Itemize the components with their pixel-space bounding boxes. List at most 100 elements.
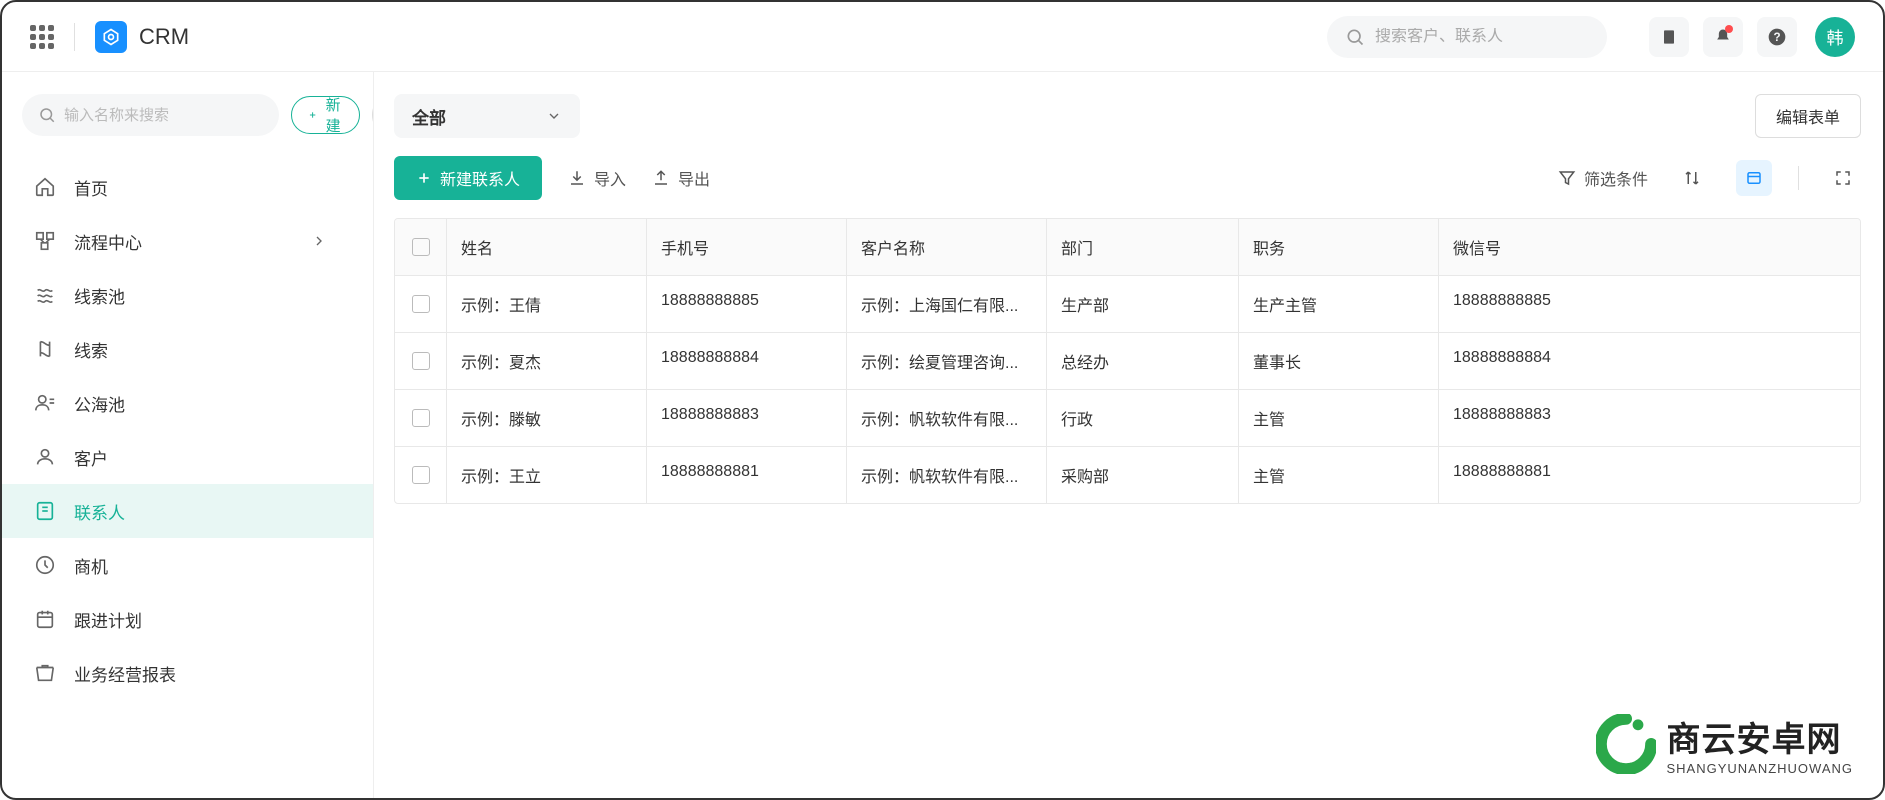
chevron-right-icon — [311, 233, 327, 249]
cell-dept: 行政 — [1047, 390, 1239, 446]
cell-name: 示例：夏杰 — [447, 333, 647, 389]
column-header[interactable]: 部门 — [1047, 219, 1239, 275]
plus-icon — [416, 170, 432, 186]
filter-label: 筛选条件 — [1584, 166, 1648, 190]
cell-name: 示例：王倩 — [447, 276, 647, 332]
import-icon — [568, 169, 586, 187]
search-icon — [1345, 27, 1365, 47]
report-icon — [34, 662, 56, 684]
help-button[interactable]: ? — [1757, 17, 1797, 57]
column-header[interactable]: 手机号 — [647, 219, 847, 275]
sidebar-search-input[interactable] — [64, 107, 263, 124]
sidebar-item-report[interactable]: 业务经营报表 — [2, 646, 373, 700]
row-checkbox[interactable] — [412, 409, 430, 427]
cell-wechat: 18888888885 — [1439, 276, 1860, 332]
sidebar-item-sea[interactable]: 公海池 — [2, 376, 373, 430]
sort-button[interactable] — [1674, 160, 1710, 196]
cell-wechat: 18888888884 — [1439, 333, 1860, 389]
sidebar-item-opportunity[interactable]: 商机 — [2, 538, 373, 592]
sort-icon — [1683, 169, 1701, 187]
edit-form-button[interactable]: 编辑表单 — [1755, 94, 1861, 138]
sidebar: 新建 首页流程中心线索池线索公海池客户联系人商机跟进计划业务经营报表 — [2, 72, 374, 798]
cell-dept: 总经办 — [1047, 333, 1239, 389]
filter-button[interactable]: 筛选条件 — [1558, 166, 1648, 190]
cell-phone: 18888888885 — [647, 276, 847, 332]
cell-position: 主管 — [1239, 390, 1439, 446]
new-contact-button[interactable]: 新建联系人 — [394, 156, 542, 200]
user-avatar[interactable]: 韩 — [1815, 17, 1855, 57]
column-header[interactable]: 微信号 — [1439, 219, 1860, 275]
sea-icon — [34, 392, 56, 414]
column-header[interactable]: 客户名称 — [847, 219, 1047, 275]
select-all-checkbox[interactable] — [412, 238, 430, 256]
header: CRM ? 韩 — [2, 2, 1883, 72]
watermark-cn: 商云安卓网 — [1666, 712, 1853, 761]
global-search-input[interactable] — [1375, 28, 1589, 46]
app-logo-icon — [95, 21, 127, 53]
sidebar-item-pool[interactable]: 线索池 — [2, 268, 373, 322]
sidebar-item-customer[interactable]: 客户 — [2, 430, 373, 484]
watermark: 商云安卓网 SHANGYUNANZHUOWANG — [1596, 712, 1853, 776]
sidebar-item-label: 联系人 — [74, 499, 125, 524]
column-header[interactable]: 职务 — [1239, 219, 1439, 275]
opportunity-icon — [34, 554, 56, 576]
notification-dot — [1725, 25, 1733, 33]
sidebar-item-label: 流程中心 — [74, 229, 142, 254]
row-checkbox[interactable] — [412, 466, 430, 484]
table-row[interactable]: 示例：王立 18888888881 示例：帆软软件有限... 采购部 主管 18… — [395, 447, 1860, 503]
column-header[interactable]: 姓名 — [447, 219, 647, 275]
search-icon — [38, 106, 56, 124]
sidebar-item-flow[interactable]: 流程中心 — [2, 214, 373, 268]
notifications-button[interactable] — [1703, 17, 1743, 57]
apps-grid-icon[interactable] — [30, 25, 54, 49]
view-filter-dropdown[interactable]: 全部 — [394, 94, 580, 138]
row-checkbox[interactable] — [412, 295, 430, 313]
watermark-logo-icon — [1596, 714, 1656, 774]
fullscreen-button[interactable] — [1825, 160, 1861, 196]
sidebar-item-home[interactable]: 首页 — [2, 160, 373, 214]
sidebar-search[interactable] — [22, 94, 279, 136]
table-row[interactable]: 示例：夏杰 18888888884 示例：绘夏管理咨询... 总经办 董事长 1… — [395, 333, 1860, 390]
docs-button[interactable] — [1649, 17, 1689, 57]
main-content: 全部 编辑表单 新建联系人 导入 导出 筛选条件 — [374, 72, 1883, 798]
chevron-down-icon — [546, 108, 562, 124]
export-button[interactable]: 导出 — [652, 166, 710, 190]
sidebar-toolbar: 新建 — [2, 72, 373, 154]
global-search[interactable] — [1327, 16, 1607, 58]
row-checkbox[interactable] — [412, 352, 430, 370]
view-card-button[interactable] — [1736, 160, 1772, 196]
cell-position: 董事长 — [1239, 333, 1439, 389]
sidebar-item-label: 商机 — [74, 553, 108, 578]
sidebar-item-label: 跟进计划 — [74, 607, 142, 632]
fullscreen-icon — [1834, 169, 1852, 187]
import-button[interactable]: 导入 — [568, 166, 626, 190]
book-icon — [1659, 27, 1679, 47]
sidebar-item-plan[interactable]: 跟进计划 — [2, 592, 373, 646]
header-divider — [74, 23, 75, 51]
cell-customer: 示例：绘夏管理咨询... — [847, 333, 1047, 389]
cell-phone: 18888888881 — [647, 447, 847, 503]
sidebar-item-label: 线索 — [74, 337, 108, 362]
table-row[interactable]: 示例：王倩 18888888885 示例：上海国仁有限... 生产部 生产主管 … — [395, 276, 1860, 333]
help-icon: ? — [1767, 27, 1787, 47]
new-button[interactable]: 新建 — [291, 96, 360, 134]
sidebar-item-label: 客户 — [74, 445, 108, 470]
lead-icon — [34, 338, 56, 360]
sidebar-item-contact[interactable]: 联系人 — [2, 484, 373, 538]
cell-position: 主管 — [1239, 447, 1439, 503]
toolbar-separator — [1798, 166, 1799, 190]
sidebar-nav: 首页流程中心线索池线索公海池客户联系人商机跟进计划业务经营报表 — [2, 154, 373, 706]
sidebar-item-label: 公海池 — [74, 391, 125, 416]
new-button-label: 新建 — [323, 94, 343, 136]
sidebar-item-label: 业务经营报表 — [74, 661, 176, 686]
export-label: 导出 — [678, 166, 710, 190]
table-row[interactable]: 示例：滕敏 18888888883 示例：帆软软件有限... 行政 主管 188… — [395, 390, 1860, 447]
cell-name: 示例：王立 — [447, 447, 647, 503]
sidebar-item-lead[interactable]: 线索 — [2, 322, 373, 376]
view-filter-label: 全部 — [412, 104, 446, 129]
cell-phone: 18888888883 — [647, 390, 847, 446]
cell-customer: 示例：帆软软件有限... — [847, 390, 1047, 446]
cell-wechat: 18888888881 — [1439, 447, 1860, 503]
view-toolbar: 全部 编辑表单 — [394, 94, 1861, 138]
plan-icon — [34, 608, 56, 630]
